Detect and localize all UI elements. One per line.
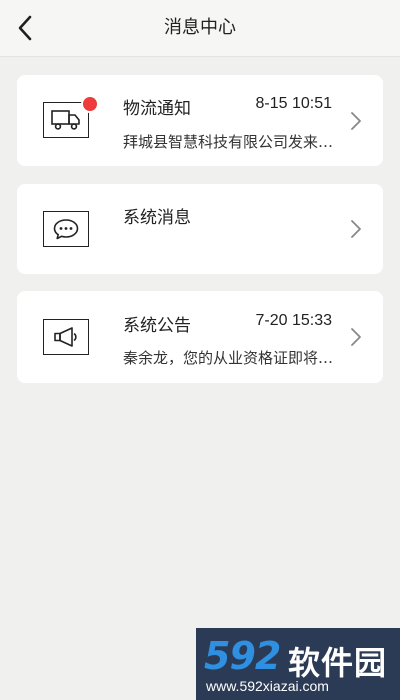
watermark-url: www.592xiazai.com: [206, 678, 329, 694]
message-category: 系统消息: [123, 208, 191, 228]
message-category: 物流通知: [123, 99, 191, 119]
header-bar: 消息中心: [0, 0, 400, 57]
message-time: 8-15 10:51: [255, 95, 332, 112]
back-button[interactable]: [10, 12, 40, 44]
message-time: 7-20 15:33: [255, 312, 332, 329]
message-card-logistics[interactable]: 物流通知 8-15 10:51 拜城县智慧科技有限公司发来一条物流信息: [17, 75, 383, 166]
message-preview: 拜城县智慧科技有限公司发来一条物流信息: [123, 133, 338, 151]
watermark-logo-number: 592: [204, 634, 281, 678]
message-preview: 秦余龙，您的从业资格证即将到期: [123, 349, 338, 367]
page-title: 消息中心: [164, 17, 236, 38]
chevron-right-icon: [351, 328, 361, 346]
message-card-system[interactable]: 系统消息: [17, 184, 383, 274]
chevron-left-icon: [18, 15, 32, 41]
chevron-right-icon: [351, 112, 361, 130]
chat-bubble-icon: [43, 211, 89, 247]
site-watermark: 592 软件园 www.592xiazai.com: [196, 628, 400, 700]
unread-badge: [81, 95, 99, 113]
chevron-right-icon: [351, 220, 361, 238]
message-category: 系统公告: [123, 316, 191, 336]
megaphone-icon: [43, 319, 89, 355]
message-card-announcement[interactable]: 系统公告 7-20 15:33 秦余龙，您的从业资格证即将到期: [17, 291, 383, 383]
